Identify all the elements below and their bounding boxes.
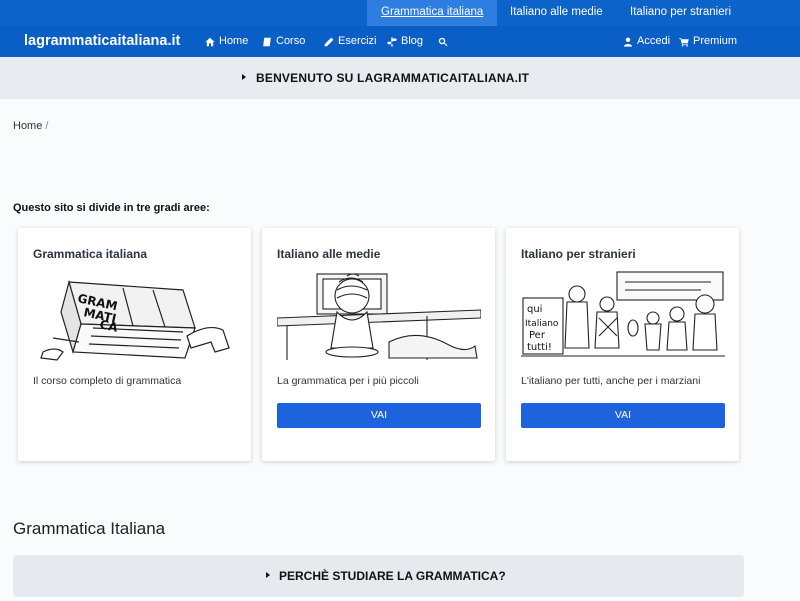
nav-corso[interactable]: Corso: [262, 26, 305, 57]
caret-right-icon: [242, 74, 246, 80]
top-link-stranieri[interactable]: Italiano per stranieri: [616, 0, 745, 26]
nav-blog[interactable]: Blog: [387, 26, 423, 57]
main-nav: lagrammaticaitaliana.it Home Corso Eserc…: [0, 26, 800, 57]
home-icon: [205, 37, 215, 46]
welcome-label: BENVENUTO SU LAGRAMMATICAITALIANA.IT: [256, 71, 530, 85]
accordion-label: PERCHÈ STUDIARE LA GRAMMATICA?: [279, 569, 506, 583]
vai-button-stranieri[interactable]: VAI: [521, 403, 725, 428]
breadcrumb-home[interactable]: Home: [13, 120, 42, 132]
svg-text:Per: Per: [529, 330, 546, 341]
top-link-grammatica[interactable]: Grammatica italiana: [367, 0, 498, 26]
book-icon: [263, 37, 271, 46]
svg-text:qui: qui: [527, 304, 542, 315]
nav-esercizi-label: Esercizi: [338, 35, 377, 47]
foreigners-class-illustration: qui Italiano Per tutti!: [521, 271, 725, 357]
breadcrumb: Home /: [13, 120, 48, 132]
card-description: Il corso completo di grammatica: [33, 375, 182, 387]
card-title: Italiano alle medie: [277, 247, 381, 261]
nav-home[interactable]: Home: [205, 26, 248, 57]
nav-blog-label: Blog: [401, 35, 424, 47]
card-grammatica[interactable]: Grammatica italiana GRAM MATI CA Il cors…: [18, 228, 251, 461]
intro-text: Questo sito si divide in tre gradi aree:: [13, 202, 210, 214]
nav-esercizi[interactable]: Esercizi: [324, 26, 377, 57]
nav-premium-label: Premium: [693, 35, 738, 47]
top-link-medie[interactable]: Italiano alle medie: [496, 0, 617, 26]
card-medie[interactable]: Italiano alle medie La grammatica per i …: [262, 228, 495, 461]
nav-home-label: Home: [219, 35, 249, 47]
svg-text:Italiano: Italiano: [525, 319, 559, 329]
user-icon: [624, 37, 632, 47]
student-at-computer-illustration: [277, 273, 481, 360]
card-description: La grammatica per i più piccoli: [277, 375, 419, 387]
section-title: Grammatica Italiana: [13, 519, 166, 538]
card-title: Italiano per stranieri: [521, 247, 636, 261]
site-logo[interactable]: lagrammaticaitaliana.it: [24, 26, 180, 57]
cart-icon: [679, 37, 689, 47]
nav-accedi-label: Accedi: [637, 35, 671, 47]
top-strip: Grammatica italiana Italiano alle medie …: [0, 0, 800, 26]
welcome-toggle[interactable]: BENVENUTO SU LAGRAMMATICAITALIANA.IT: [0, 57, 800, 99]
signpost-icon: [387, 37, 397, 46]
card-title: Grammatica italiana: [33, 247, 148, 261]
card-stranieri[interactable]: Italiano per stranieri qui Italiano Per …: [506, 228, 739, 461]
svg-text:tutti!: tutti!: [527, 342, 552, 353]
nav-premium[interactable]: Premium: [679, 26, 737, 57]
search-icon: [438, 37, 448, 46]
nav-accedi[interactable]: Accedi: [623, 26, 670, 57]
caret-right-icon: [266, 572, 270, 578]
card-description: L'italiano per tutti, anche per i marzia…: [521, 375, 701, 387]
accordion-perche-studiare[interactable]: PERCHÈ STUDIARE LA GRAMMATICA?: [13, 555, 744, 597]
grammar-book-illustration: GRAM MATI CA: [40, 279, 230, 361]
nav-search[interactable]: [438, 26, 448, 57]
pencil-icon: [324, 37, 334, 46]
nav-corso-label: Corso: [276, 35, 306, 47]
breadcrumb-separator: /: [45, 120, 49, 132]
vai-button-medie[interactable]: VAI: [277, 403, 481, 428]
